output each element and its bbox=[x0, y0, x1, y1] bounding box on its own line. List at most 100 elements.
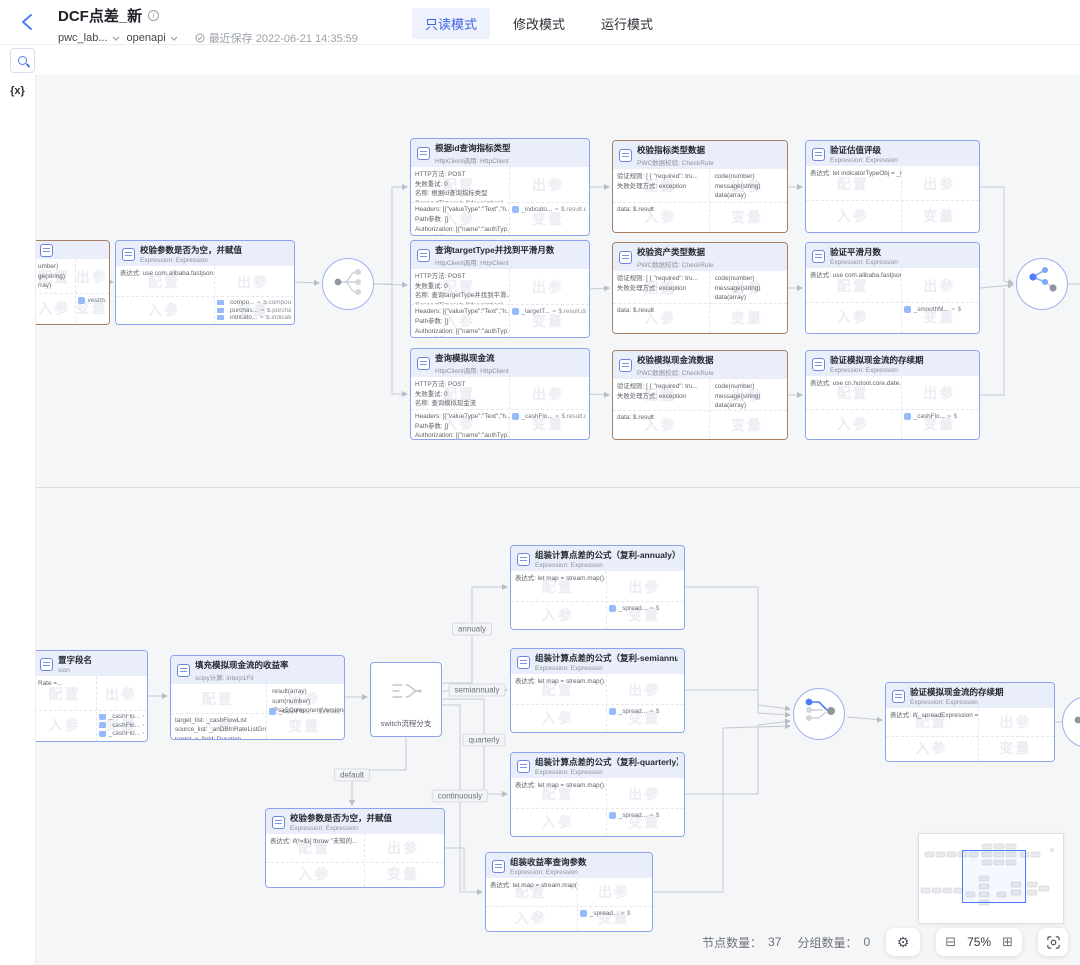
variable-panel-icon[interactable]: {x} bbox=[0, 85, 35, 97]
gateway-clipped-right[interactable] bbox=[1062, 696, 1080, 748]
node-subtitle: PWC数据校验: CheckRule bbox=[637, 367, 714, 377]
quadrant-watermark: 入参 bbox=[837, 307, 869, 327]
node-header: 校验参数是否为空，并赋值Expression: Expression bbox=[266, 809, 444, 834]
node-header: 组装计算点差的公式（复利-semiannualy）Expression: Exp… bbox=[511, 649, 684, 674]
node-output-schema: code(number)message(string)data(array) bbox=[709, 169, 787, 202]
output-tag: _cashFlo...=$.result.dat... bbox=[512, 413, 586, 420]
node-config-text: Headers: [{"valueType":"Text","h...Path参… bbox=[411, 202, 509, 235]
node-body: 配置出参入参变量表达式: use com.alibaba.fastjson...… bbox=[116, 266, 294, 324]
statusbar: 节点数量： 37 分组数量： 0 ⚙ ⊟ 75% ⊞ bbox=[702, 928, 1068, 956]
node-body: 配置出参入参变量Rate =..._cashFlo...=InterestRat… bbox=[36, 676, 147, 741]
api-select[interactable]: openapi bbox=[127, 32, 178, 44]
node-body: 配置出参入参变量验证规则: [ { "required": tru...失败处理… bbox=[613, 379, 787, 439]
fit-view-button[interactable] bbox=[1038, 928, 1068, 956]
http-query-indicator-type[interactable]: 根据id查询指标类型HttpClient调用: HttpClient配置出参入参… bbox=[410, 138, 590, 236]
expr-formula-quarterly[interactable]: 组装计算点差的公式（复利-quarterly）Expression: Expre… bbox=[510, 752, 685, 837]
node-header: 验证模拟现金流的存续期Expression: Expression bbox=[886, 683, 1054, 708]
quadrant-watermark: 入参 bbox=[38, 298, 70, 318]
expr-verify-smooth-months[interactable]: 验证平滑月数Expression: Expression配置出参入参变量表达式:… bbox=[805, 242, 980, 334]
node-header: 查询模拟现金流HttpClient调用: HttpClient bbox=[411, 349, 589, 377]
search-icon bbox=[18, 56, 27, 65]
edge-label-quarterly: quarterly bbox=[462, 734, 505, 747]
check-indicator-type-data[interactable]: 校验指标类型数据PWC数据校验: CheckRule配置出参入参变量验证规则: … bbox=[612, 140, 788, 233]
quadrant-watermark: 出参 bbox=[628, 784, 660, 804]
node-subtitle: Expression: Expression bbox=[910, 699, 1004, 706]
node-subtitle: Expression: Expression bbox=[830, 157, 898, 164]
tab-run-mode[interactable]: 运行模式 bbox=[588, 8, 666, 39]
output-tag: _spread...=$ bbox=[580, 910, 649, 917]
expr-formula-semiannualy[interactable]: 组装计算点差的公式（复利-semiannualy）Expression: Exp… bbox=[510, 648, 685, 733]
group-count: 分组数量： 0 bbox=[797, 934, 870, 951]
canvas-toolbar bbox=[0, 45, 1080, 75]
quadrant-watermark: 出参 bbox=[923, 174, 955, 194]
check-asset-type-data[interactable]: 校验资产类型数据PWC数据校验: CheckRule配置出参入参变量验证规则: … bbox=[612, 242, 788, 334]
gear-icon: ⚙ bbox=[897, 934, 910, 951]
node-output-tags: _spread...=$ bbox=[577, 906, 652, 931]
node-body: 配置出参入参变量umber)ge(string)rray)vestm...=_i… bbox=[36, 259, 109, 324]
settings-button[interactable]: ⚙ bbox=[886, 928, 920, 956]
expr-node-icon bbox=[272, 816, 285, 829]
node-output-tags: _cashFlo...=InterestRate_cashFlo...=Tota… bbox=[96, 710, 147, 741]
node-config-text: 表达式: let map = stream.map()... bbox=[511, 778, 606, 808]
node-subtitle: Expression: Expression bbox=[140, 257, 242, 264]
http-query-target-type[interactable]: 查询targetType并找到平滑月数HttpClient调用: HttpCli… bbox=[410, 240, 590, 338]
fit-view-icon bbox=[1046, 935, 1061, 950]
scipy-fill-cashflow-yield[interactable]: 填充模拟现金流的收益率scipy计算: interp1Fit配置出参入参变量ta… bbox=[170, 655, 345, 740]
expr-assemble-yield-query-params[interactable]: 组装收益率查询参数Expression: Expression配置出参入参变量表… bbox=[485, 852, 653, 932]
minimap[interactable] bbox=[918, 833, 1064, 924]
node-title: 查询模拟现金流 bbox=[435, 352, 509, 364]
expr-verify-duration-top[interactable]: 验证模拟现金流的存续期Expression: Expression配置出参入参变… bbox=[805, 350, 980, 440]
tab-edit-mode[interactable]: 修改模式 bbox=[500, 8, 578, 39]
page-title: DCF点差_新 bbox=[58, 5, 142, 26]
workspace-select[interactable]: pwc_lab... bbox=[58, 32, 120, 44]
node-body: 配置出参入参变量验证规则: [ { "required": tru...失败处理… bbox=[613, 169, 787, 232]
check-sim-cashflow-data[interactable]: 校验模拟现金流数据PWC数据校验: CheckRule配置出参入参变量验证规则:… bbox=[612, 350, 788, 440]
tab-readonly-mode[interactable]: 只读模式 bbox=[412, 8, 490, 39]
minimap-viewport[interactable] bbox=[962, 850, 1026, 903]
expr-verify-valuation-rating[interactable]: 验证估值评级Expression: Expression配置出参入参变量表达式:… bbox=[805, 140, 980, 233]
zoom-out-button[interactable]: ⊟ bbox=[945, 934, 956, 950]
info-icon[interactable]: i bbox=[148, 10, 159, 21]
chevron-down-icon bbox=[170, 36, 178, 41]
zoom-control: ⊟ 75% ⊞ bbox=[936, 928, 1022, 956]
branch-gateway-icon bbox=[1062, 694, 1080, 751]
switch-branch[interactable]: switch流程分支 bbox=[370, 662, 442, 737]
node-header: 校验资产类型数据PWC数据校验: CheckRule bbox=[613, 243, 787, 271]
back-button[interactable] bbox=[18, 12, 38, 32]
node-title: 置字段名 bbox=[58, 654, 92, 666]
quadrant-watermark: 出参 bbox=[532, 277, 564, 297]
set-field-name-clipped[interactable]: 置字段名sion配置出参入参变量Rate =..._cashFlo...=Int… bbox=[36, 650, 148, 742]
node-body: 配置出参入参变量验证规则: [ { "required": tru...失败处理… bbox=[613, 271, 787, 333]
node-config-text: 表达式: let map = stream.map()... bbox=[486, 878, 577, 906]
quadrant-watermark: 入参 bbox=[915, 738, 947, 758]
switch-branch-icon bbox=[371, 663, 441, 718]
node-subtitle: PWC数据校验: CheckRule bbox=[637, 259, 714, 269]
merge-gateway-lower[interactable] bbox=[793, 688, 845, 740]
expr-verify-duration-lower[interactable]: 验证模拟现金流的存续期Expression: Expression配置出参入参变… bbox=[885, 682, 1055, 762]
node-output-tags: _smoothM...=$ bbox=[901, 302, 979, 333]
expr-check-params-top[interactable]: 校验参数是否为空，并赋值Expression: Expression配置出参入参… bbox=[115, 240, 295, 325]
quadrant-divider bbox=[978, 708, 979, 761]
http-query-sim-cashflow[interactable]: 查询模拟现金流HttpClient调用: HttpClient配置出参入参变量H… bbox=[410, 348, 590, 440]
node-output-tags: _spread...=$ bbox=[606, 704, 684, 732]
start-node-clipped[interactable]: 配置出参入参变量umber)ge(string)rray)vestm...=_i… bbox=[36, 240, 110, 325]
expr-check-params-lower[interactable]: 校验参数是否为空，并赋值Expression: Expression配置出参入参… bbox=[265, 808, 445, 888]
variable-chip-icon bbox=[217, 300, 224, 305]
node-header: 组装收益率查询参数Expression: Expression bbox=[486, 853, 652, 878]
variable-chip-icon bbox=[99, 731, 106, 737]
node-output-tags: _cashFlo...=$.result.dat... bbox=[509, 409, 589, 439]
workspace-label: pwc_lab... bbox=[58, 32, 108, 44]
variable-chip-icon bbox=[580, 910, 587, 917]
node-subtitle: HttpClient调用: HttpClient bbox=[435, 365, 509, 375]
search-button[interactable] bbox=[10, 48, 35, 73]
node-header: 校验参数是否为空，并赋值Expression: Expression bbox=[116, 241, 294, 266]
expr-formula-annualy[interactable]: 组装计算点差的公式（复利-annualy）Expression: Express… bbox=[510, 545, 685, 630]
zoom-in-button[interactable]: ⊞ bbox=[1002, 934, 1013, 950]
parallel-branch-gateway[interactable] bbox=[322, 258, 374, 310]
node-subtitle: Expression: Expression bbox=[535, 665, 678, 672]
last-saved-text: 最近保存 2022-06-21 14:35:59 bbox=[209, 30, 358, 46]
merge-gateway-top[interactable] bbox=[1016, 258, 1068, 310]
flow-canvas[interactable]: 配置出参入参变量umber)ge(string)rray)vestm...=_i… bbox=[36, 75, 1080, 965]
node-config-text: 验证规则: [ { "required": tru...失败处理方式: exce… bbox=[613, 379, 709, 410]
quadrant-divider bbox=[886, 736, 1054, 737]
